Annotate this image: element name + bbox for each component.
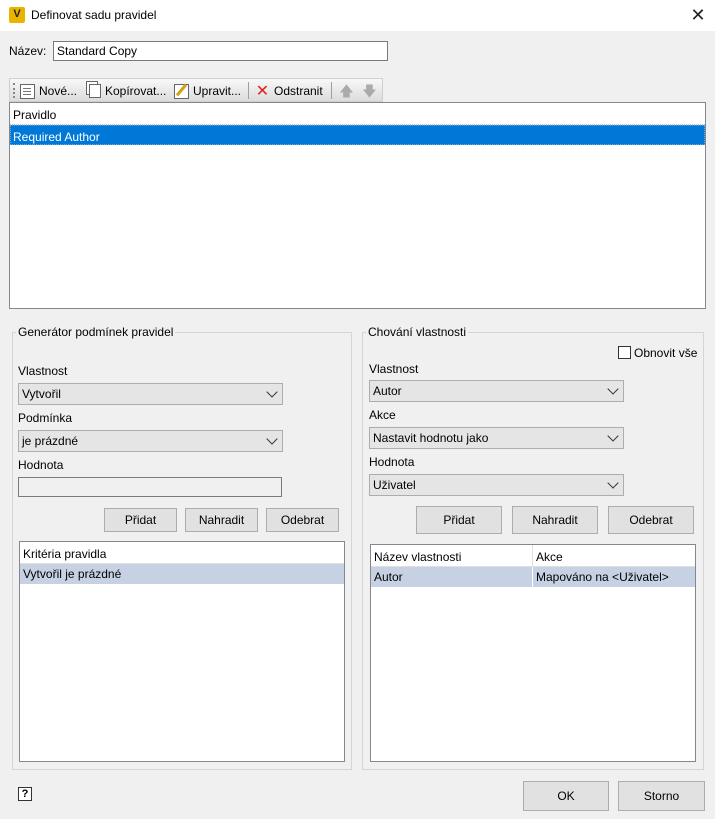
behavior-value-value: Uživatel: [373, 478, 416, 492]
edit-button[interactable]: Upravit...: [174, 82, 241, 100]
delete-button[interactable]: ✕ Odstranit: [255, 82, 323, 100]
help-icon[interactable]: ?: [18, 787, 32, 801]
chevron-down-icon: [266, 433, 278, 445]
cond-property-select[interactable]: Vytvořil: [18, 383, 283, 405]
cond-property-label: Vlastnost: [18, 364, 68, 378]
behavior-value-select[interactable]: Uživatel: [369, 474, 624, 496]
copy-button[interactable]: Kopírovat...: [86, 82, 166, 100]
move-up-button[interactable]: 🡅: [339, 82, 354, 100]
criteria-list-header[interactable]: Kritéria pravidla: [20, 542, 344, 564]
copy-button-label: Kopírovat...: [105, 84, 167, 98]
new-document-icon: [20, 83, 35, 99]
rules-list[interactable]: Pravidlo Required Author: [9, 102, 706, 309]
name-label: Název:: [9, 44, 47, 58]
behavior-table-header-name[interactable]: Název vlastnosti: [371, 545, 533, 567]
behavior-table-cell-name: Autor: [374, 570, 403, 584]
behavior-action-value: Nastavit hodnotu jako: [373, 431, 489, 445]
cond-value-label: Hodnota: [18, 458, 64, 472]
arrow-down-icon: 🡇: [362, 82, 377, 99]
rules-list-header[interactable]: Pravidlo: [10, 103, 705, 125]
behavior-add-button[interactable]: Přidat: [416, 506, 502, 534]
move-down-button[interactable]: 🡇: [362, 82, 377, 100]
chevron-down-icon: [266, 386, 278, 398]
close-icon[interactable]: ✕: [688, 5, 708, 25]
behavior-table-cell-action: Mapováno na <Uživatel>: [536, 570, 669, 584]
rules-toolbar: Nové... Kopírovat... Upravit... ✕ Odstra…: [9, 78, 383, 102]
window-title: Definovat sadu pravidel: [31, 8, 157, 22]
chevron-down-icon: [607, 430, 619, 442]
cond-remove-button[interactable]: Odebrat: [266, 508, 339, 532]
behavior-table-header-action[interactable]: Akce: [533, 545, 695, 567]
condition-builder-title: Generátor podmínek pravidel: [16, 325, 176, 339]
edit-icon: [174, 83, 189, 99]
rules-list-item[interactable]: Required Author: [10, 125, 705, 145]
behavior-action-select[interactable]: Nastavit hodnotu jako: [369, 427, 624, 449]
behavior-action-label: Akce: [369, 408, 396, 422]
behavior-property-value: Autor: [373, 384, 402, 398]
delete-x-icon: ✕: [255, 82, 270, 100]
cond-add-button[interactable]: Přidat: [104, 508, 177, 532]
toolbar-separator: [248, 82, 249, 99]
cond-condition-label: Podmínka: [18, 411, 73, 425]
name-input[interactable]: Standard Copy: [53, 41, 388, 61]
behavior-remove-button[interactable]: Odebrat: [608, 506, 694, 534]
cond-condition-select[interactable]: je prázdné: [18, 430, 283, 452]
app-logo-icon: V: [9, 7, 25, 23]
toolbar-separator: [331, 82, 332, 99]
new-button-label: Nové...: [39, 84, 78, 98]
copy-icon: [89, 84, 101, 98]
ok-button[interactable]: OK: [523, 781, 609, 811]
cond-property-value: Vytvořil: [22, 387, 61, 401]
behavior-property-label: Vlastnost: [369, 362, 419, 376]
cancel-button[interactable]: Storno: [618, 781, 705, 811]
behavior-replace-button[interactable]: Nahradit: [512, 506, 598, 534]
column-divider: [532, 567, 533, 587]
new-button[interactable]: Nové...: [20, 82, 77, 100]
criteria-list-item[interactable]: Vytvořil je prázdné: [20, 564, 344, 584]
chevron-down-icon: [607, 383, 619, 395]
cond-value-input[interactable]: [18, 477, 282, 497]
edit-button-label: Upravit...: [193, 84, 242, 98]
arrow-up-icon: 🡅: [339, 82, 354, 99]
chevron-down-icon: [607, 477, 619, 489]
property-behavior-title: Chování vlastnosti: [366, 325, 469, 339]
cond-replace-button[interactable]: Nahradit: [185, 508, 258, 532]
refresh-all-label: Obnovit vše: [634, 346, 698, 360]
behavior-property-select[interactable]: Autor: [369, 380, 624, 402]
criteria-list[interactable]: Kritéria pravidla Vytvořil je prázdné: [19, 541, 345, 762]
behavior-value-label: Hodnota: [369, 455, 415, 469]
delete-button-label: Odstranit: [274, 84, 323, 98]
refresh-all-checkbox[interactable]: [618, 346, 631, 359]
toolbar-grip[interactable]: [13, 83, 15, 98]
cond-condition-value: je prázdné: [22, 434, 79, 448]
behavior-table[interactable]: Název vlastnosti Akce Autor Mapováno na …: [370, 544, 696, 762]
